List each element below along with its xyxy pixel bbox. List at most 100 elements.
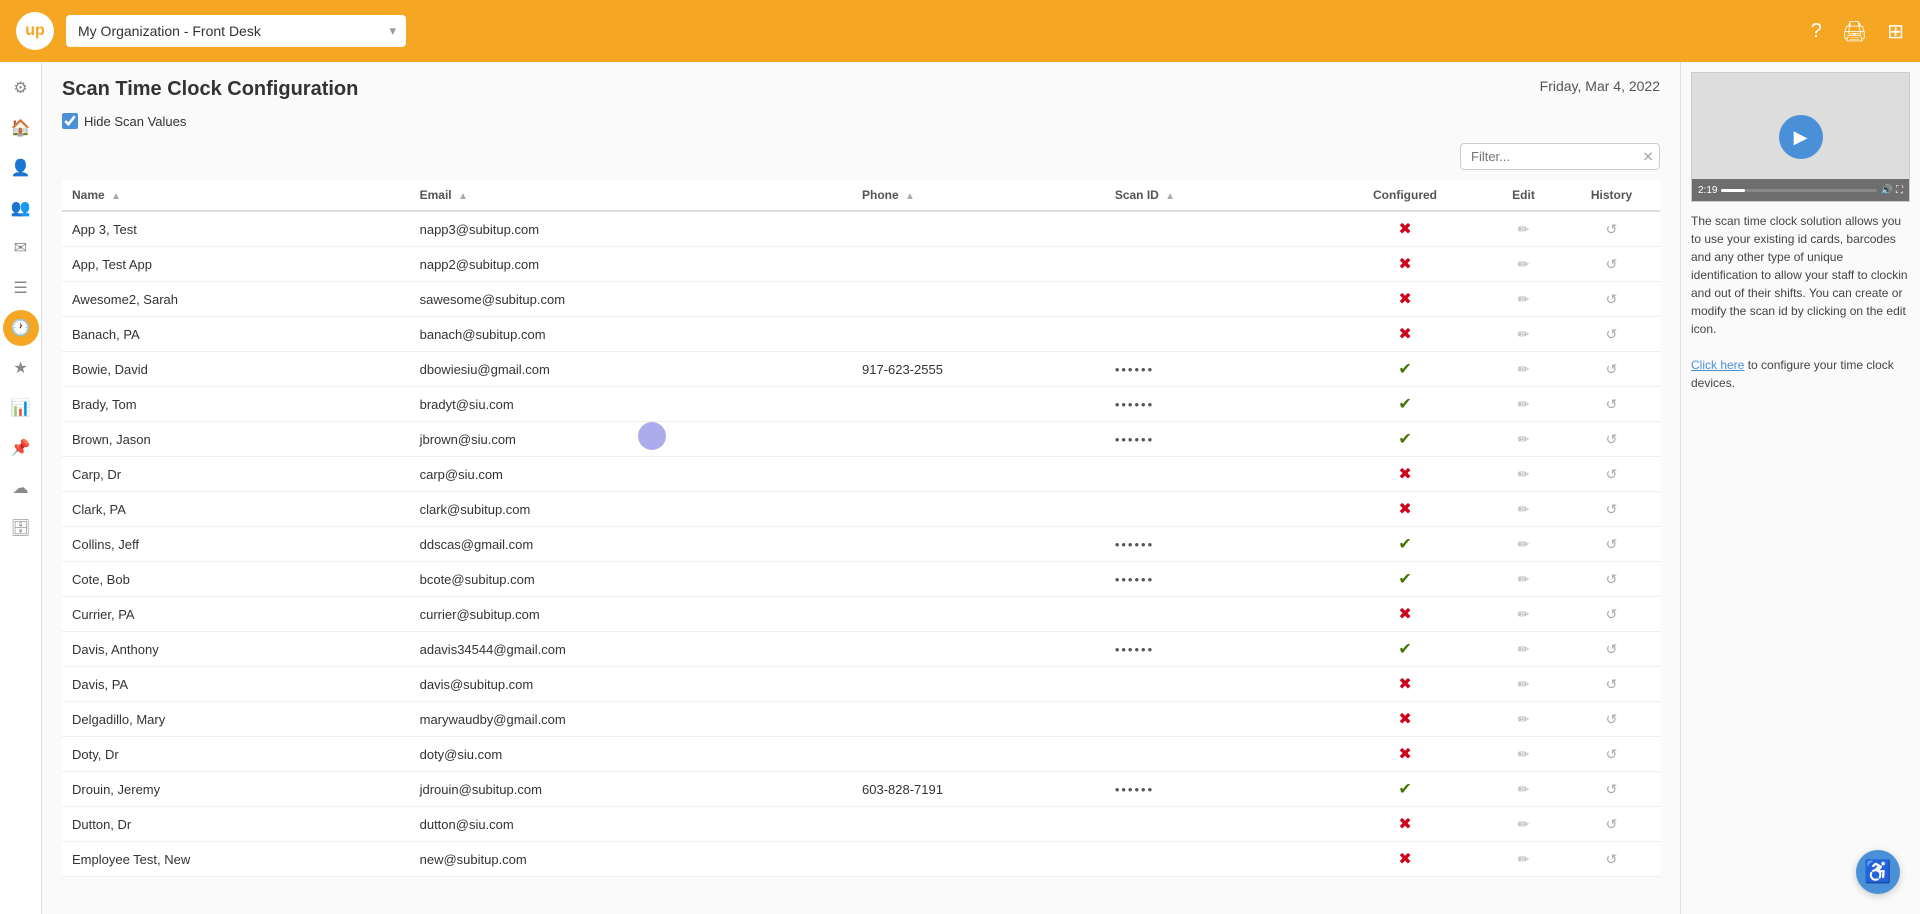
cell-edit[interactable]: ✏ [1484,457,1563,492]
cell-edit[interactable]: ✏ [1484,387,1563,422]
click-here-link[interactable]: Click here [1691,358,1744,372]
cell-history[interactable]: ↺ [1563,842,1660,877]
edit-icon[interactable]: ✏ [1518,291,1530,307]
sidebar-item-chart[interactable]: 📊 [3,390,39,426]
sidebar-item-clock[interactable]: 🕐 [3,310,39,346]
cell-edit[interactable]: ✏ [1484,317,1563,352]
history-icon[interactable]: ↺ [1606,816,1618,832]
hide-scan-checkbox[interactable] [62,113,78,129]
print-icon[interactable]: 🖨 [1842,19,1867,44]
cell-edit[interactable]: ✏ [1484,352,1563,387]
history-icon[interactable]: ↺ [1606,361,1618,377]
app-logo[interactable]: up [16,12,54,50]
cell-history[interactable]: ↺ [1563,667,1660,702]
edit-icon[interactable]: ✏ [1518,466,1530,482]
history-icon[interactable]: ↺ [1606,221,1618,237]
cell-history[interactable]: ↺ [1563,492,1660,527]
col-header-email[interactable]: Email ▲ [410,180,852,211]
edit-icon[interactable]: ✏ [1518,676,1530,692]
cell-history[interactable]: ↺ [1563,352,1660,387]
sidebar-item-home[interactable]: 🏠 [3,110,39,146]
cell-edit[interactable]: ✏ [1484,247,1563,282]
cell-edit[interactable]: ✏ [1484,562,1563,597]
history-icon[interactable]: ↺ [1606,431,1618,447]
edit-icon[interactable]: ✏ [1518,606,1530,622]
cell-edit[interactable]: ✏ [1484,211,1563,247]
cell-history[interactable]: ↺ [1563,527,1660,562]
cell-history[interactable]: ↺ [1563,807,1660,842]
edit-icon[interactable]: ✏ [1518,326,1530,342]
edit-icon[interactable]: ✏ [1518,221,1530,237]
history-icon[interactable]: ↺ [1606,676,1618,692]
edit-icon[interactable]: ✏ [1518,396,1530,412]
history-icon[interactable]: ↺ [1606,571,1618,587]
cell-edit[interactable]: ✏ [1484,737,1563,772]
history-icon[interactable]: ↺ [1606,536,1618,552]
cell-edit[interactable]: ✏ [1484,702,1563,737]
cell-history[interactable]: ↺ [1563,632,1660,667]
history-icon[interactable]: ↺ [1606,606,1618,622]
edit-icon[interactable]: ✏ [1518,501,1530,517]
history-icon[interactable]: ↺ [1606,851,1618,867]
cell-edit[interactable]: ✏ [1484,492,1563,527]
col-header-scanid[interactable]: Scan ID ▲ [1105,180,1326,211]
edit-icon[interactable]: ✏ [1518,711,1530,727]
history-icon[interactable]: ↺ [1606,501,1618,517]
cell-edit[interactable]: ✏ [1484,842,1563,877]
cell-history[interactable]: ↺ [1563,457,1660,492]
video-thumbnail[interactable]: ▶ 2:19 🔊 ⛶ [1691,72,1910,202]
edit-icon[interactable]: ✏ [1518,781,1530,797]
edit-icon[interactable]: ✏ [1518,431,1530,447]
sidebar-item-group[interactable]: 👥 [3,190,39,226]
history-icon[interactable]: ↺ [1606,711,1618,727]
edit-icon[interactable]: ✏ [1518,851,1530,867]
sidebar-item-cloud[interactable]: ☁ [3,470,39,506]
cell-history[interactable]: ↺ [1563,702,1660,737]
cell-history[interactable]: ↺ [1563,317,1660,352]
edit-icon[interactable]: ✏ [1518,536,1530,552]
edit-icon[interactable]: ✏ [1518,641,1530,657]
cell-edit[interactable]: ✏ [1484,667,1563,702]
filter-input[interactable] [1460,143,1660,170]
history-icon[interactable]: ↺ [1606,396,1618,412]
sidebar-item-users[interactable]: 👤 [3,150,39,186]
sidebar-item-star[interactable]: ★ [3,350,39,386]
cell-history[interactable]: ↺ [1563,562,1660,597]
col-header-name[interactable]: Name ▲ [62,180,410,211]
grid-icon[interactable]: ⊞ [1887,19,1904,44]
accessibility-button[interactable]: ♿ [1856,850,1900,894]
cell-edit[interactable]: ✏ [1484,772,1563,807]
cell-edit[interactable]: ✏ [1484,597,1563,632]
cell-history[interactable]: ↺ [1563,597,1660,632]
cell-history[interactable]: ↺ [1563,737,1660,772]
cell-history[interactable]: ↺ [1563,282,1660,317]
filter-clear-icon[interactable]: ✕ [1642,148,1654,165]
cell-history[interactable]: ↺ [1563,247,1660,282]
cell-edit[interactable]: ✏ [1484,282,1563,317]
col-header-phone[interactable]: Phone ▲ [852,180,1105,211]
sidebar-item-settings[interactable]: ⚙ [3,70,39,106]
cell-edit[interactable]: ✏ [1484,807,1563,842]
edit-icon[interactable]: ✏ [1518,816,1530,832]
history-icon[interactable]: ↺ [1606,466,1618,482]
history-icon[interactable]: ↺ [1606,641,1618,657]
help-icon[interactable]: ? [1811,20,1822,43]
edit-icon[interactable]: ✏ [1518,746,1530,762]
edit-icon[interactable]: ✏ [1518,361,1530,377]
cell-edit[interactable]: ✏ [1484,527,1563,562]
video-play-button[interactable]: ▶ [1779,115,1823,159]
history-icon[interactable]: ↺ [1606,781,1618,797]
cell-edit[interactable]: ✏ [1484,422,1563,457]
cell-history[interactable]: ↺ [1563,211,1660,247]
sidebar-item-pin[interactable]: 📌 [3,430,39,466]
cell-history[interactable]: ↺ [1563,387,1660,422]
sidebar-item-list[interactable]: ☰ [3,270,39,306]
org-selector[interactable]: My Organization - Front Desk [66,15,406,47]
cell-edit[interactable]: ✏ [1484,632,1563,667]
sidebar-item-archive[interactable]: 🗄 [3,510,39,546]
history-icon[interactable]: ↺ [1606,746,1618,762]
cell-history[interactable]: ↺ [1563,422,1660,457]
sidebar-item-envelope[interactable]: ✉ [3,230,39,266]
edit-icon[interactable]: ✏ [1518,571,1530,587]
history-icon[interactable]: ↺ [1606,291,1618,307]
